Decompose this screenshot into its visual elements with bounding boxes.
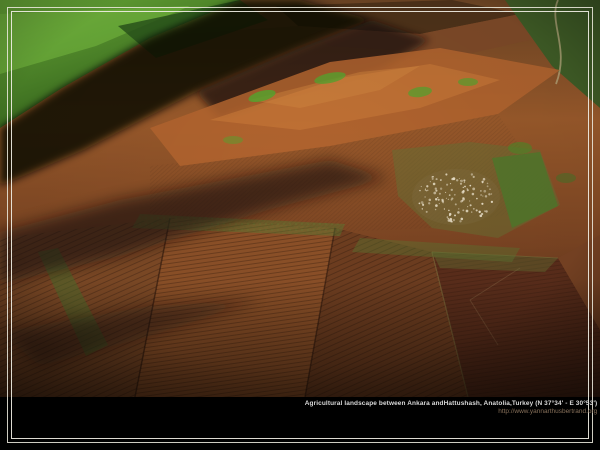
aerial-photo: [0, 0, 600, 397]
caption: Agricultural landscape between Ankara an…: [191, 399, 597, 414]
wallpaper-root: Agricultural landscape between Ankara an…: [0, 0, 600, 450]
caption-title: Agricultural landscape between Ankara an…: [304, 399, 597, 404]
caption-url: http://www.yannarthusbertrand.org: [304, 407, 597, 412]
